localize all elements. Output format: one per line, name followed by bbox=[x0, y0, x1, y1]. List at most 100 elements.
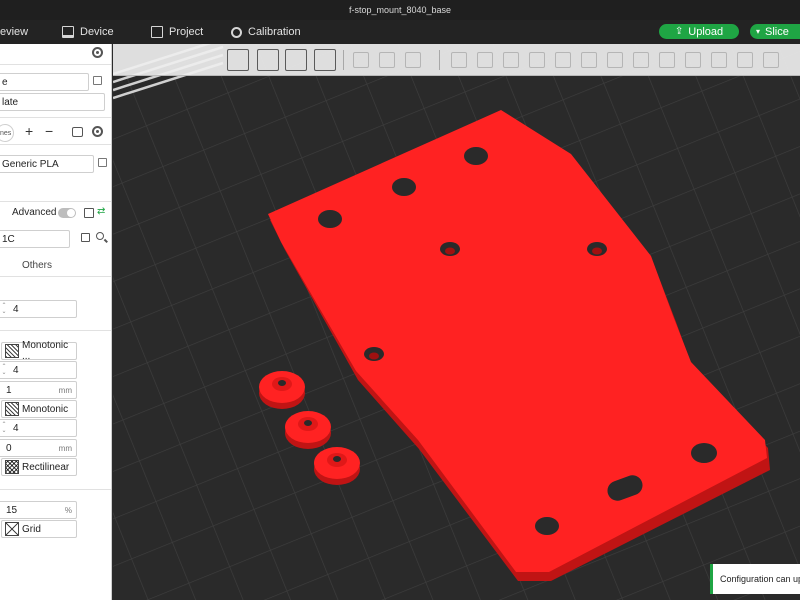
add-plate-grid-icon[interactable] bbox=[257, 49, 279, 71]
filament-sync-icon[interactable] bbox=[72, 127, 83, 137]
list-icon[interactable] bbox=[84, 208, 94, 218]
top-surface-pattern-select[interactable]: Monotonic ... bbox=[1, 340, 77, 362]
scale-icon[interactable] bbox=[503, 52, 519, 68]
infill-density-input[interactable]: 15 % bbox=[0, 501, 77, 519]
auto-orient-icon[interactable] bbox=[285, 49, 307, 71]
tab-calibration-label: Calibration bbox=[248, 26, 301, 38]
printer-select-value: e bbox=[2, 76, 8, 88]
view-toolbar bbox=[113, 44, 800, 76]
advanced-toggle[interactable] bbox=[58, 208, 76, 218]
measure-icon[interactable] bbox=[685, 52, 701, 68]
tab-project[interactable]: Project bbox=[151, 20, 203, 44]
document-icon bbox=[151, 26, 163, 38]
washer-3[interactable] bbox=[314, 447, 360, 485]
unit-label: % bbox=[64, 505, 72, 515]
bottom-surface-pattern-select[interactable]: Monotonic bbox=[1, 400, 77, 418]
move-icon[interactable] bbox=[451, 52, 467, 68]
filament-edit-icon[interactable] bbox=[98, 158, 107, 167]
unit-label: mm bbox=[58, 385, 72, 395]
plate-type-value: late bbox=[2, 96, 19, 108]
rectilinear-pattern-icon bbox=[5, 460, 19, 474]
chevron-down-icon: ▾ bbox=[756, 27, 761, 36]
gear-icon[interactable] bbox=[92, 47, 103, 58]
process-preset-value: 1C bbox=[2, 233, 15, 245]
seam-paint-icon[interactable] bbox=[633, 52, 649, 68]
assembly-icon[interactable] bbox=[711, 52, 727, 68]
edit-icon[interactable] bbox=[93, 76, 102, 85]
paste-icon[interactable] bbox=[379, 52, 395, 68]
notification-text: Configuration can up bbox=[720, 574, 800, 584]
rotate-icon[interactable] bbox=[477, 52, 493, 68]
plate-type-select[interactable]: late bbox=[0, 93, 105, 111]
upload-button[interactable]: ⇪ Upload bbox=[659, 24, 739, 39]
infill-pattern-select[interactable]: Grid bbox=[1, 520, 77, 538]
delete-icon[interactable] bbox=[405, 52, 421, 68]
split-icon[interactable] bbox=[763, 52, 779, 68]
add-icon[interactable]: + bbox=[25, 123, 33, 139]
slice-button-label: Slice bbox=[765, 25, 789, 38]
bottom-shell-layers-value: 4 bbox=[13, 422, 19, 434]
unit-label: mm bbox=[58, 443, 72, 453]
stepper-icon: ⌃ ⌄ bbox=[1, 364, 7, 376]
monotonic-pattern-icon bbox=[5, 344, 19, 358]
arrange-icon[interactable] bbox=[314, 49, 336, 71]
minus-icon[interactable]: − bbox=[45, 123, 53, 139]
build-plate-scene[interactable] bbox=[113, 44, 800, 600]
internal-solid-pattern-value: Rectilinear bbox=[22, 461, 70, 473]
mesh-boolean-icon[interactable] bbox=[581, 52, 597, 68]
lay-on-face-icon[interactable] bbox=[529, 52, 545, 68]
support-paint-icon[interactable] bbox=[607, 52, 623, 68]
compare-icon[interactable]: ⇄ bbox=[97, 206, 105, 217]
save-icon[interactable] bbox=[81, 233, 90, 242]
tab-device[interactable]: Device bbox=[62, 20, 114, 44]
copy-icon[interactable] bbox=[353, 52, 369, 68]
infill-pattern-value: Grid bbox=[22, 523, 41, 535]
nozzle-chip[interactable]: nes bbox=[0, 124, 14, 142]
notification-toast[interactable]: Configuration can up bbox=[710, 564, 800, 594]
bottom-shell-thickness-input[interactable]: 0 mm bbox=[0, 439, 77, 457]
window-title: f-stop_mount_8040_base bbox=[348, 5, 452, 15]
filament-select[interactable]: Generic PLA bbox=[0, 155, 94, 173]
cut-icon[interactable] bbox=[555, 52, 571, 68]
advanced-label: Advanced bbox=[12, 207, 57, 218]
filament-select-value: Generic PLA bbox=[2, 158, 59, 170]
nozzle-chip-label: nes bbox=[0, 129, 12, 137]
top-shell-thickness-value: 1 bbox=[6, 384, 12, 396]
search-icon[interactable] bbox=[96, 232, 104, 240]
tab-preview-label: eview bbox=[0, 26, 29, 38]
washer-1[interactable] bbox=[259, 371, 305, 409]
tab-device-label: Device bbox=[80, 26, 114, 38]
search-icon-handle bbox=[104, 238, 108, 243]
internal-solid-pattern-select[interactable]: Rectilinear bbox=[1, 458, 77, 476]
top-shell-thickness-input[interactable]: 1 mm bbox=[0, 381, 77, 399]
upload-icon: ⇪ bbox=[674, 26, 684, 37]
tab-preview[interactable]: eview bbox=[0, 20, 28, 44]
bottom-shell-layers-input[interactable]: ⌃ ⌄ 4 bbox=[0, 419, 77, 437]
top-shell-layers-value: 4 bbox=[13, 364, 19, 376]
calibration-icon bbox=[231, 26, 242, 38]
filament-settings-icon[interactable] bbox=[92, 126, 103, 137]
3d-viewport[interactable] bbox=[113, 44, 800, 600]
grid-pattern-icon bbox=[5, 522, 19, 536]
washer-2[interactable] bbox=[285, 411, 331, 449]
settings-panel: e late nes + − Generic PLA Advanced ⇄ 1C… bbox=[0, 44, 112, 600]
upload-button-label: Upload bbox=[688, 25, 724, 38]
tab-calibration[interactable]: Calibration bbox=[231, 20, 301, 44]
top-shell-layers-input[interactable]: ⌃ ⌄ 4 bbox=[0, 361, 77, 379]
stepper-icon: ⌃ ⌄ bbox=[1, 303, 7, 315]
variable-layer-icon[interactable] bbox=[737, 52, 753, 68]
add-cube-icon[interactable] bbox=[227, 49, 249, 71]
tab-others[interactable]: Others bbox=[22, 260, 52, 271]
bottom-surface-pattern-value: Monotonic bbox=[22, 403, 69, 415]
wall-loops-value: 4 bbox=[13, 303, 19, 315]
stepper-icon: ⌃ ⌄ bbox=[1, 422, 7, 434]
tab-project-label: Project bbox=[169, 26, 204, 38]
monotonic-pattern-icon bbox=[5, 402, 19, 416]
wall-loops-input[interactable]: ⌃ ⌄ 4 bbox=[0, 300, 77, 318]
printer-select[interactable]: e bbox=[0, 73, 89, 91]
text-tool-icon[interactable] bbox=[659, 52, 675, 68]
slice-button[interactable]: ▾ Slice bbox=[750, 24, 800, 39]
title-bar: f-stop_mount_8040_base bbox=[0, 0, 800, 20]
infill-density-value: 15 bbox=[6, 504, 18, 516]
process-preset-select[interactable]: 1C bbox=[0, 230, 70, 248]
